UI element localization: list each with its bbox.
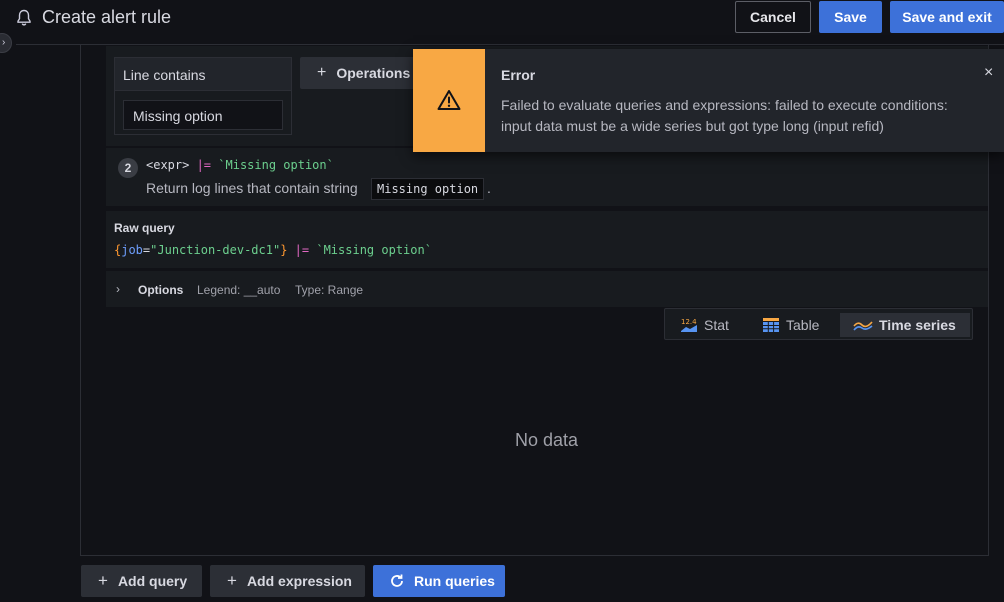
add-query-label: Add query — [117, 573, 188, 589]
svg-text:12.4: 12.4 — [681, 318, 697, 326]
save-and-exit-button[interactable]: Save and exit — [890, 1, 1004, 33]
plus-icon: + — [98, 571, 108, 590]
add-operation-button[interactable]: + Operations — [300, 57, 420, 89]
add-expression-button[interactable]: + Add expression — [210, 565, 365, 597]
viz-option-time-series[interactable]: Time series — [840, 313, 970, 337]
table-label: Table — [786, 317, 820, 333]
string-token: `Missing option` — [316, 243, 432, 257]
hint-period: . — [487, 180, 491, 196]
save-button[interactable]: Save — [819, 1, 882, 33]
hint-expression: <expr> |= `Missing option` — [146, 158, 334, 172]
operations-label: Operations — [336, 65, 411, 81]
options-type: Type: Range — [295, 283, 364, 297]
operation-hint-panel — [106, 148, 988, 206]
bell-icon — [17, 9, 31, 26]
raw-query-panel — [106, 211, 988, 268]
time-series-icon — [853, 321, 873, 331]
page-title: Create alert rule — [42, 7, 172, 27]
alert-rule-editor: Create alert rule Cancel Save Save and e… — [0, 0, 1004, 602]
close-icon[interactable]: × — [984, 64, 993, 82]
add-query-button[interactable]: + Add query — [81, 565, 202, 597]
stat-label: Stat — [704, 317, 729, 333]
refresh-icon — [391, 574, 403, 587]
operation-title: Line contains — [115, 58, 291, 91]
table-icon — [763, 318, 779, 332]
label-key-token: job — [121, 243, 143, 257]
hint-op-token: |= — [189, 158, 219, 172]
viz-option-table[interactable]: Table — [762, 313, 819, 337]
options-legend: Legend: __auto — [197, 283, 281, 297]
operation-card-line-contains: Line contains Missing option — [114, 57, 292, 135]
pipe-op-token: |= — [287, 243, 317, 257]
label-value-token: "Junction-dev-dc1" — [150, 243, 281, 257]
hint-expr-token: <expr> — [146, 158, 190, 172]
run-queries-label: Run queries — [414, 573, 495, 589]
divider — [16, 44, 1004, 45]
toast-message: Failed to evaluate queries and expressio… — [501, 97, 948, 134]
options-label[interactable]: Options — [138, 283, 183, 297]
run-queries-button[interactable]: Run queries — [373, 565, 505, 597]
hint-string-token: `Missing option` — [218, 158, 334, 172]
chevron-right-icon: › — [2, 37, 6, 48]
divider — [80, 44, 81, 556]
raw-query-code: {job="Junction-dev-dc1"} |= `Missing opt… — [114, 243, 432, 257]
raw-query-title: Raw query — [114, 221, 175, 235]
top-bar: Create alert rule Cancel Save Save and e… — [0, 0, 1004, 38]
chevron-right-icon[interactable]: › — [116, 282, 120, 296]
viz-option-stat[interactable]: 12.4 Stat — [680, 313, 729, 337]
time-series-label: Time series — [879, 317, 956, 333]
hint-description: Return log lines that contain string — [146, 180, 358, 196]
operation-value-input[interactable]: Missing option — [123, 100, 283, 130]
plus-icon: + — [317, 64, 327, 81]
no-data-message: No data — [515, 430, 579, 450]
hint-value-chip: Missing option — [371, 178, 485, 200]
warning-icon — [437, 90, 461, 110]
divider — [80, 555, 989, 556]
plus-icon: + — [227, 571, 237, 590]
cancel-button[interactable]: Cancel — [735, 1, 811, 33]
add-expression-label: Add expression — [246, 573, 352, 589]
step-number-badge: 2 — [118, 158, 138, 178]
stat-icon: 12.4 — [681, 318, 697, 332]
toast-title: Error — [501, 67, 536, 83]
